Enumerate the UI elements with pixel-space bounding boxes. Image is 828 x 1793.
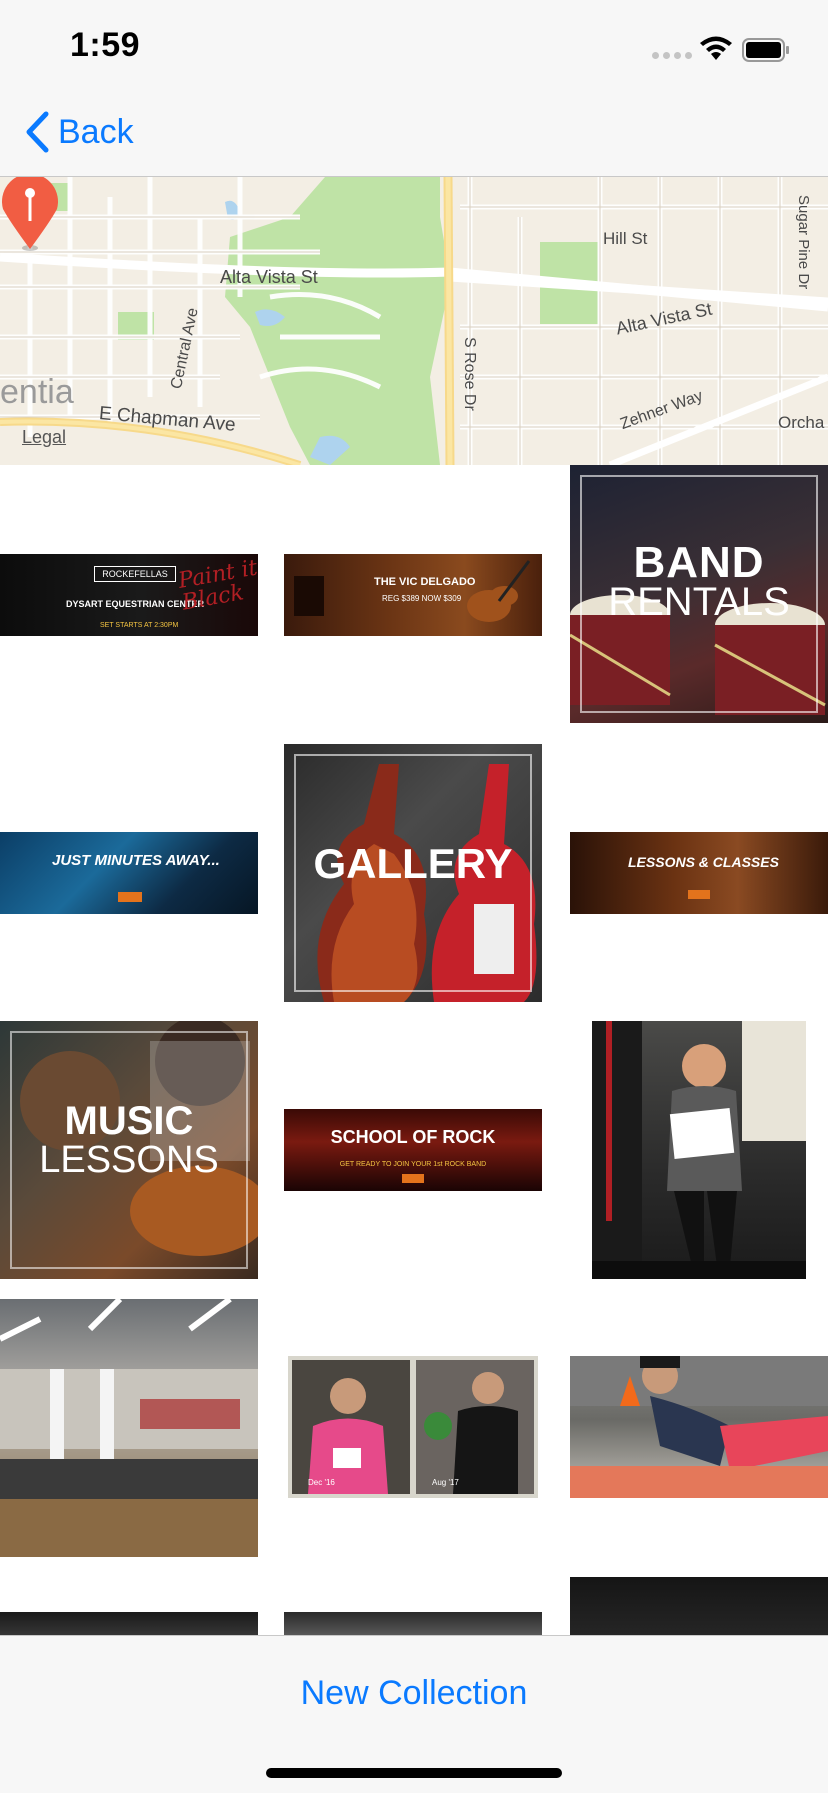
- photo-tile[interactable]: MUSIC LESSONS: [0, 1021, 258, 1279]
- photo-tile[interactable]: SCHOOL OF ROCK GET READY TO JOIN YOUR 1s…: [284, 1109, 542, 1191]
- photo-text: Paint it Black: [176, 555, 258, 616]
- map-view[interactable]: Alta Vista St Alta Vista St Central Ave …: [0, 177, 828, 465]
- photo-caption: GALLERY: [313, 840, 513, 887]
- cellular-signal-icon: [652, 52, 692, 59]
- battery-icon: [742, 38, 789, 62]
- photo-tile[interactable]: Dec '16 Aug '17: [288, 1356, 538, 1498]
- photo-caption: MUSIC: [64, 1099, 194, 1143]
- street-label: Alta Vista St: [220, 267, 318, 287]
- photo-text: GET READY TO JOIN YOUR 1st ROCK BAND: [339, 1161, 487, 1168]
- navigation-bar: Back: [0, 100, 828, 177]
- home-indicator[interactable]: [266, 1768, 562, 1778]
- street-label: Orcha: [778, 413, 825, 432]
- photo-tile[interactable]: THE VIC DELGADO REG $389 NOW $309: [284, 554, 542, 636]
- bottom-toolbar: New Collection: [0, 1635, 828, 1793]
- street-label: Hill St: [603, 229, 648, 248]
- photo-caption: RENTALS: [608, 580, 790, 624]
- new-collection-button[interactable]: New Collection: [0, 1674, 828, 1713]
- photo-text: Dec '16: [308, 1478, 335, 1487]
- wifi-icon: [700, 36, 732, 60]
- map-legal-link[interactable]: Legal: [22, 427, 66, 448]
- photo-tile[interactable]: [570, 1577, 828, 1635]
- status-bar: 1:59: [0, 0, 828, 100]
- photo-tile[interactable]: GALLERY: [284, 744, 542, 1002]
- photo-text: JUST MINUTES AWAY...: [52, 852, 220, 869]
- photo-tile[interactable]: [284, 1612, 542, 1635]
- photo-tile[interactable]: LESSONS & CLASSES: [570, 832, 828, 914]
- photo-caption: BAND: [633, 538, 765, 587]
- photo-text: REG $389 NOW $309: [382, 594, 462, 603]
- photo-collection: ROCKEFELLAS DYSART EQUESTRIAN CENTER SET…: [0, 465, 828, 1635]
- chevron-left-icon: [26, 111, 49, 153]
- street-label: S Rose Dr: [461, 337, 478, 411]
- area-label: entia: [0, 373, 74, 411]
- photo-tile[interactable]: BAND RENTALS: [570, 465, 828, 723]
- photo-text: Aug '17: [432, 1478, 459, 1487]
- back-button[interactable]: Back: [24, 110, 134, 154]
- photo-text: ROCKEFELLAS: [94, 566, 176, 582]
- photo-tile[interactable]: ROCKEFELLAS DYSART EQUESTRIAN CENTER SET…: [0, 554, 258, 636]
- status-time: 1:59: [70, 26, 141, 64]
- photo-tile[interactable]: [570, 1356, 828, 1498]
- map-pin-icon[interactable]: [0, 177, 60, 252]
- back-label: Back: [58, 112, 134, 151]
- photo-text: LESSONS & CLASSES: [628, 854, 779, 870]
- photo-caption: LESSONS: [39, 1139, 219, 1181]
- photo-tile[interactable]: [592, 1021, 806, 1279]
- photo-tile[interactable]: [0, 1612, 258, 1635]
- photo-tile[interactable]: JUST MINUTES AWAY...: [0, 832, 258, 914]
- photo-text: SCHOOL OF ROCK: [330, 1127, 496, 1147]
- photo-tile[interactable]: [0, 1299, 258, 1557]
- street-label: Sugar Pine Dr: [795, 195, 812, 290]
- photo-text: SET STARTS AT 2:30PM: [100, 622, 179, 629]
